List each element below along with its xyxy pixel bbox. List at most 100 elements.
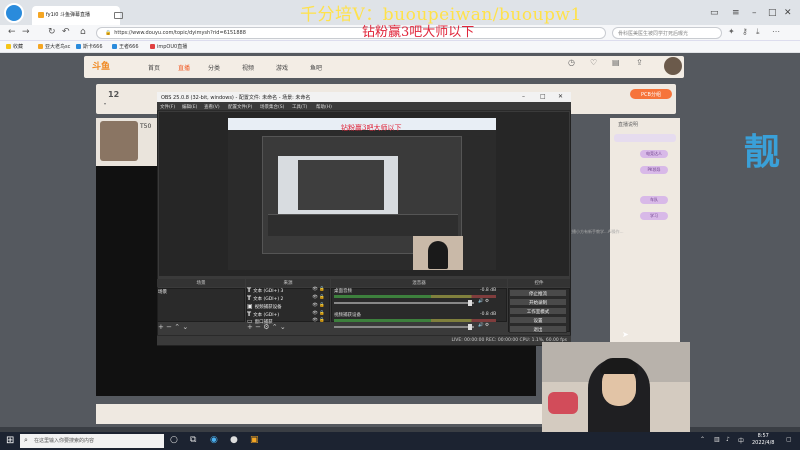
extension-icon[interactable]: ✦ xyxy=(728,27,735,36)
bookmark-item[interactable]: 收藏 xyxy=(6,43,23,50)
pin-icon[interactable]: ▭ xyxy=(710,8,719,18)
ime-icon[interactable]: 中 xyxy=(738,436,744,445)
side-tag[interactable]: 电竞达人 xyxy=(640,150,668,158)
obs-menu-view[interactable]: 查看(V) xyxy=(204,104,220,110)
obs-menu-help[interactable]: 帮助(H) xyxy=(316,104,332,110)
nav-category[interactable]: 分类 xyxy=(208,63,220,72)
obs-menu-tools[interactable]: 工具(T) xyxy=(292,104,307,110)
rank-label: ▾ xyxy=(104,101,107,106)
side-tag[interactable]: 车队 xyxy=(640,196,668,204)
back-icon[interactable]: ← xyxy=(8,27,16,37)
close-icon[interactable]: ✕ xyxy=(784,8,792,18)
app-taskbar-icon[interactable]: ▣ xyxy=(250,435,259,445)
notification-icon[interactable]: ▢ xyxy=(786,436,792,443)
bookmark-item[interactable]: impOU0直播 xyxy=(150,43,187,50)
remove-icon[interactable]: − xyxy=(255,323,261,331)
volume-slider[interactable] xyxy=(334,302,474,304)
remove-icon[interactable]: − xyxy=(166,323,172,331)
volume-slider[interactable] xyxy=(334,326,474,328)
home-icon[interactable]: ⌂ xyxy=(80,27,86,37)
download-icon[interactable]: ⤓ xyxy=(756,27,760,37)
cortana-icon[interactable]: ○ xyxy=(170,435,178,445)
nav-live[interactable]: 直播 xyxy=(178,63,190,72)
tray-arrow-icon[interactable]: ⌃ xyxy=(700,436,705,443)
settings-button[interactable]: 设置 xyxy=(509,316,567,324)
user-avatar[interactable] xyxy=(664,57,682,75)
browser-tab[interactable]: fy1i0 斗鱼弹幕直播 xyxy=(32,6,120,25)
network-icon[interactable]: ▥ xyxy=(714,436,720,443)
source-item[interactable]: T 文本 (GDI+) 👁 🔒 xyxy=(247,311,327,318)
windows-start-icon[interactable]: ⊞ xyxy=(6,435,14,446)
add-icon[interactable]: + xyxy=(247,323,253,331)
more-icon[interactable]: ⋯ xyxy=(772,27,780,36)
taskbar-clock[interactable]: 8:57 2022/4/8 xyxy=(752,433,774,447)
side-tag[interactable]: PK领导 xyxy=(640,166,668,174)
move-up-icon[interactable]: ⌃ xyxy=(174,323,180,331)
gear-icon[interactable]: ⚙ xyxy=(263,323,269,331)
eye-lock-icon: 👁 🔒 xyxy=(312,311,325,316)
obs-status-bar: LIVE: 00:00:00 REC: 00:00:00 CPU: 1.1%, … xyxy=(157,335,571,345)
nav-video[interactable]: 视频 xyxy=(242,63,254,72)
obs-maximize-icon[interactable]: □ xyxy=(540,93,546,100)
exit-button[interactable]: 退出 xyxy=(509,325,567,333)
source-item[interactable]: T 文本 (GDI+) 2 👁 🔒 xyxy=(247,295,327,302)
minimize-icon[interactable]: – xyxy=(752,8,757,18)
side-tag[interactable]: 学习 xyxy=(640,212,668,220)
add-icon[interactable]: + xyxy=(158,323,164,331)
key-icon[interactable]: ⚷ xyxy=(742,27,748,36)
obs-menu-scene-collection[interactable]: 场景集合(S) xyxy=(260,104,284,110)
upload-icon[interactable]: ⇪ xyxy=(636,58,643,67)
follow-icon[interactable]: ♡ xyxy=(590,58,597,67)
move-down-icon[interactable]: ⌄ xyxy=(182,323,188,331)
webcam-toy xyxy=(548,392,578,414)
browser-search-input[interactable]: 骨科医美医生被同学打死后曝光 xyxy=(612,27,722,39)
bookmark-item[interactable]: 王者666 xyxy=(112,43,139,50)
speaker-icon[interactable]: 🔊 ⚙ xyxy=(478,299,489,304)
scene-tools: + − ⌃ ⌄ xyxy=(158,323,188,331)
move-down-icon[interactable]: ⌄ xyxy=(280,323,286,331)
obs-title: OBS 25.0.8 (32-bit, windows) - 配置文件: 未命名… xyxy=(161,95,311,101)
nav-yuba[interactable]: 鱼吧 xyxy=(310,63,322,72)
obs-minimize-icon[interactable]: – xyxy=(522,93,525,100)
reload-icon[interactable]: ↻ xyxy=(48,27,56,37)
obs-menu-profile[interactable]: 配置文件(P) xyxy=(228,104,252,110)
task-view-icon[interactable]: ⧉ xyxy=(190,435,196,445)
history-icon[interactable]: ◷ xyxy=(568,58,575,67)
bookmark-item[interactable]: 亚大老鸟sc xyxy=(38,43,70,50)
bookmark-item[interactable]: 斯卡666 xyxy=(76,43,103,50)
volume-icon[interactable]: ♪ xyxy=(726,436,730,443)
douyu-logo[interactable]: 斗鱼 xyxy=(92,59,110,72)
obs-taskbar-icon[interactable]: ● xyxy=(230,435,238,445)
forward-icon[interactable]: → xyxy=(22,27,30,37)
download-app-icon[interactable]: ▤ xyxy=(612,58,620,67)
move-up-icon[interactable]: ⌃ xyxy=(272,323,278,331)
address-bar[interactable]: 🔒 https://www.douyu.com/topic/dyimysh?rid… xyxy=(96,27,606,39)
volume-slider-knob[interactable] xyxy=(468,300,472,306)
obs-menu-file[interactable]: 文件(F) xyxy=(160,104,175,110)
nav-home[interactable]: 首页 xyxy=(148,63,160,72)
maximize-icon[interactable]: □ xyxy=(768,8,777,18)
scene-item[interactable]: 场景 xyxy=(158,289,167,295)
tab-title: fy1i0 斗鱼弹幕直播 xyxy=(46,12,90,18)
undo-icon[interactable]: ↶ xyxy=(62,27,70,37)
search-placeholder: 骨科医美医生被同学打死后曝光 xyxy=(618,31,689,37)
pcb-badge[interactable]: PCB分组 xyxy=(630,89,672,99)
source-item[interactable]: T 文本 (GDI+) 3 👁 🔒 xyxy=(247,287,327,294)
start-recording-button[interactable]: 开始录制 xyxy=(509,298,567,306)
rank-number: 12 xyxy=(108,90,120,99)
source-item[interactable]: ▣ 视频捕获设备 👁 🔒 xyxy=(247,303,327,310)
taskbar-search-input[interactable]: ⌕ 在这里输入你要搜索的内容 xyxy=(20,434,164,448)
stop-stream-button[interactable]: 停止推流 xyxy=(509,289,567,297)
obs-close-icon[interactable]: ✕ xyxy=(558,93,563,100)
speaker-icon[interactable]: 🔊 ⚙ xyxy=(478,323,489,328)
mouse-cursor-icon: ➤ xyxy=(622,330,629,339)
studio-mode-button[interactable]: 工作室模式 xyxy=(509,307,567,315)
obs-menu-edit[interactable]: 编辑(E) xyxy=(182,104,197,110)
new-tab-icon[interactable] xyxy=(114,12,123,19)
player-photo xyxy=(100,121,138,161)
nav-games[interactable]: 游戏 xyxy=(276,63,288,72)
clock-date: 2022/4/8 xyxy=(752,440,775,446)
volume-slider-knob[interactable] xyxy=(468,324,472,330)
browser-taskbar-icon[interactable]: ◉ xyxy=(210,435,218,445)
menu-icon[interactable]: ≡ xyxy=(732,8,740,18)
